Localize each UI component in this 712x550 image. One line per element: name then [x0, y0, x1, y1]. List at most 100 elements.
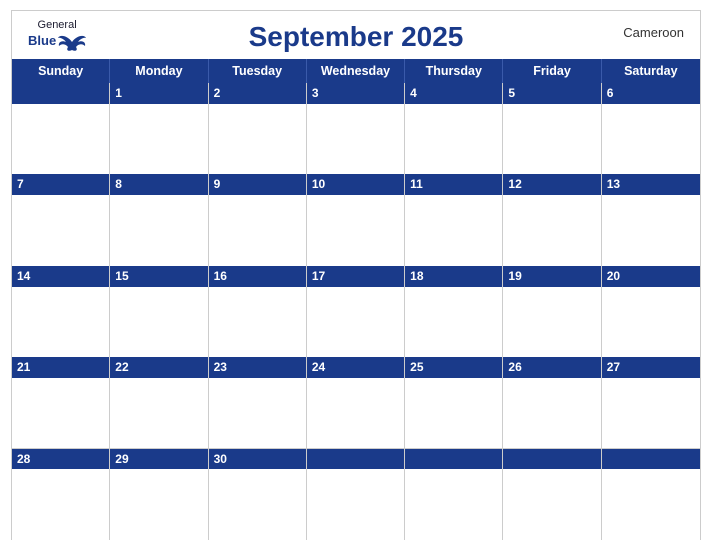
day-cell-body: [110, 104, 207, 174]
day-cell-body: [602, 104, 700, 174]
day-cell-body: [307, 469, 404, 539]
day-cell: 11: [405, 174, 503, 264]
day-number: [12, 83, 109, 104]
day-cell: 5: [503, 83, 601, 173]
week-row-2: 78910111213: [12, 174, 700, 265]
day-number: 23: [209, 357, 306, 378]
day-cell: 9: [209, 174, 307, 264]
day-number: 18: [405, 266, 502, 287]
day-cell-body: [405, 469, 502, 539]
day-cell-body: [503, 104, 600, 174]
day-cell-body: [602, 287, 700, 357]
day-number: 2: [209, 83, 306, 104]
day-cell: 3: [307, 83, 405, 173]
day-number: 5: [503, 83, 600, 104]
day-cell: [307, 449, 405, 539]
day-cell-body: [602, 378, 700, 448]
day-cell-body: [503, 378, 600, 448]
day-cell-body: [110, 287, 207, 357]
day-cell: 7: [12, 174, 110, 264]
day-cell: 12: [503, 174, 601, 264]
day-header-monday: Monday: [110, 59, 208, 83]
day-cell: 15: [110, 266, 208, 356]
day-cell: 1: [110, 83, 208, 173]
day-number: 30: [209, 449, 306, 470]
day-cell: [12, 83, 110, 173]
logo-area: General Blue: [28, 19, 86, 52]
day-cell: 6: [602, 83, 700, 173]
day-cell-body: [209, 104, 306, 174]
day-cell: 14: [12, 266, 110, 356]
day-cell-body: [209, 378, 306, 448]
day-header-tuesday: Tuesday: [209, 59, 307, 83]
day-cell: 23: [209, 357, 307, 447]
calendar-grid: SundayMondayTuesdayWednesdayThursdayFrid…: [12, 59, 700, 539]
day-cell-body: [110, 378, 207, 448]
day-number: 3: [307, 83, 404, 104]
day-cell-body: [602, 469, 700, 539]
week-row-3: 14151617181920: [12, 266, 700, 357]
day-headers-row: SundayMondayTuesdayWednesdayThursdayFrid…: [12, 59, 700, 83]
logo-general: General: [38, 19, 77, 31]
day-cell-body: [110, 195, 207, 265]
day-number: 12: [503, 174, 600, 195]
day-cell: [602, 449, 700, 539]
day-cell-body: [405, 104, 502, 174]
day-number: 11: [405, 174, 502, 195]
calendar-header: General Blue September 2025 Cameroon: [12, 11, 700, 59]
day-number: 16: [209, 266, 306, 287]
day-cell-body: [307, 104, 404, 174]
day-cell-body: [12, 287, 109, 357]
day-cell: 13: [602, 174, 700, 264]
day-cell: 24: [307, 357, 405, 447]
day-number: 1: [110, 83, 207, 104]
day-cell-body: [307, 195, 404, 265]
day-number: 20: [602, 266, 700, 287]
day-cell-body: [602, 195, 700, 265]
day-cell-body: [307, 378, 404, 448]
country-label: Cameroon: [623, 25, 684, 40]
day-cell: [503, 449, 601, 539]
week-row-4: 21222324252627: [12, 357, 700, 448]
day-cell-body: [503, 195, 600, 265]
day-number: 13: [602, 174, 700, 195]
day-number: 21: [12, 357, 109, 378]
month-title: September 2025: [249, 21, 464, 53]
day-number: 15: [110, 266, 207, 287]
day-number: 29: [110, 449, 207, 470]
day-cell-body: [405, 195, 502, 265]
logo-blue: Blue: [28, 34, 56, 48]
day-cell-body: [209, 469, 306, 539]
day-number: 14: [12, 266, 109, 287]
day-number: 10: [307, 174, 404, 195]
day-cell: 10: [307, 174, 405, 264]
calendar-container: General Blue September 2025 Cameroon Sun…: [11, 10, 701, 540]
day-cell: 2: [209, 83, 307, 173]
day-cell: 16: [209, 266, 307, 356]
day-number: 27: [602, 357, 700, 378]
day-number: 26: [503, 357, 600, 378]
day-cell: 30: [209, 449, 307, 539]
day-cell-body: [503, 469, 600, 539]
day-cell: 26: [503, 357, 601, 447]
day-number: 4: [405, 83, 502, 104]
day-header-sunday: Sunday: [12, 59, 110, 83]
day-number: 22: [110, 357, 207, 378]
day-cell-body: [12, 469, 109, 539]
day-cell: 29: [110, 449, 208, 539]
day-cell-body: [209, 287, 306, 357]
day-number: [602, 449, 700, 470]
day-header-wednesday: Wednesday: [307, 59, 405, 83]
day-cell-body: [110, 469, 207, 539]
weeks-container: 1234567891011121314151617181920212223242…: [12, 83, 700, 539]
day-number: 7: [12, 174, 109, 195]
day-number: 6: [602, 83, 700, 104]
day-cell: 18: [405, 266, 503, 356]
day-header-friday: Friday: [503, 59, 601, 83]
week-row-5: 282930: [12, 449, 700, 539]
day-cell: 27: [602, 357, 700, 447]
day-cell-body: [405, 287, 502, 357]
day-cell: 8: [110, 174, 208, 264]
day-cell: 19: [503, 266, 601, 356]
day-cell-body: [209, 195, 306, 265]
